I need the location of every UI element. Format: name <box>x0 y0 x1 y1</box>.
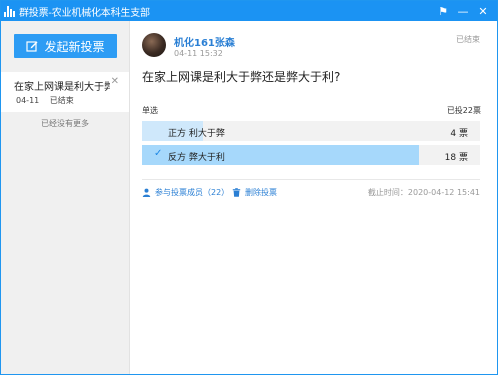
vote-option[interactable]: 正方 利大于弊 4 票 <box>142 121 480 141</box>
vote-item-title: 在家上网课是利大于弊... <box>14 82 110 93</box>
avatar[interactable] <box>142 33 166 57</box>
new-vote-button[interactable]: 发起新投票 <box>14 34 117 58</box>
option-count: 18 票 <box>444 153 468 163</box>
new-vote-label: 发起新投票 <box>44 39 105 54</box>
check-icon: ✓ <box>154 148 163 159</box>
edit-icon <box>26 41 38 52</box>
option-label: 反方 弊大于利 <box>168 153 225 163</box>
option-count: 4 票 <box>450 129 468 139</box>
sidebar: 发起新投票 在家上网课是利大于弊... ✕ 04-11 已结束 已经没有更多 <box>1 21 130 374</box>
bar-chart-icon <box>4 5 16 17</box>
vote-item-date: 04-11 <box>16 96 40 105</box>
delete-vote-button[interactable]: 删除投票 <box>232 187 277 198</box>
author-name[interactable]: 机化161张森 <box>174 34 235 49</box>
window-controls: ⚑ — ✕ <box>433 1 493 21</box>
trash-icon <box>232 188 241 197</box>
minimize-button[interactable]: — <box>453 1 473 21</box>
post-time: 04-11 15:32 <box>174 49 223 58</box>
vote-item-meta: 04-11 已结束 <box>16 95 74 106</box>
vote-item-status: 已结束 <box>49 96 74 105</box>
pin-icon[interactable]: ⚑ <box>433 1 453 21</box>
window-title: 群投票-农业机械化本科生支部 <box>19 7 150 19</box>
vote-window: 群投票-农业机械化本科生支部 ⚑ — ✕ 发起新投票 在家上网课是利大于弊...… <box>0 0 498 375</box>
user-icon <box>142 188 151 197</box>
vote-question: 在家上网课是利大于弊还是弊大于利? <box>142 70 341 84</box>
delete-label: 删除投票 <box>245 188 277 197</box>
vote-detail: 机化161张森 04-11 15:32 已结束 在家上网课是利大于弊还是弊大于利… <box>130 21 497 374</box>
vote-list-item[interactable]: 在家上网课是利大于弊... ✕ 04-11 已结束 <box>1 72 129 112</box>
participants-link[interactable]: 参与投票成员（22） <box>142 187 229 198</box>
participants-label: 参与投票成员（22） <box>155 188 230 197</box>
close-button[interactable]: ✕ <box>473 1 493 21</box>
vote-type: 单选 <box>142 106 158 115</box>
title-bar[interactable]: 群投票-农业机械化本科生支部 ⚑ — ✕ <box>1 1 497 21</box>
close-icon[interactable]: ✕ <box>111 76 119 87</box>
no-more-text: 已经没有更多 <box>41 119 89 128</box>
total-votes: 已投22票 <box>446 106 481 115</box>
vote-footer: 参与投票成员（22） 删除投票 截止时间：2020-04-12 15:41 <box>142 187 480 199</box>
option-label: 正方 利大于弊 <box>168 129 225 139</box>
vote-option[interactable]: ✓ 反方 弊大于利 18 票 <box>142 145 480 165</box>
divider <box>142 179 480 180</box>
deadline-text: 截止时间：2020-04-12 15:41 <box>367 188 480 197</box>
status-badge: 已结束 <box>456 35 480 44</box>
